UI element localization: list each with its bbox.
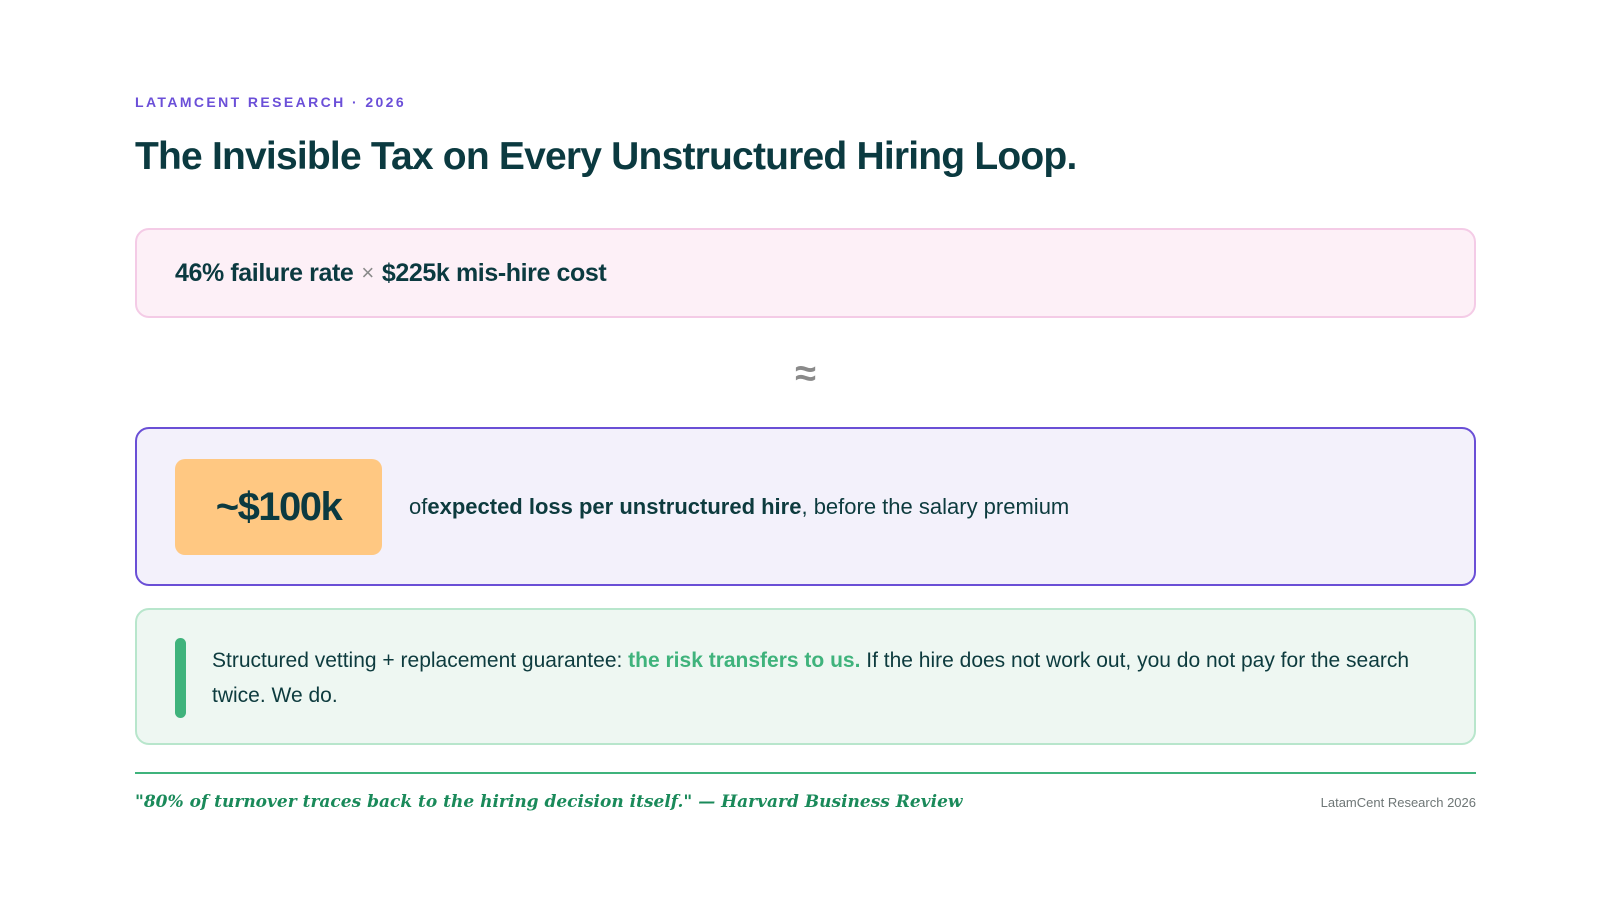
- approx-equals-icon: ≈: [795, 353, 816, 395]
- result-bold-phrase: expected loss per unstructured hire: [427, 493, 802, 519]
- result-description: of ​expected loss per unstructured hire,…: [409, 429, 1069, 584]
- result-panel: ~$100k of ​expected loss per unstructure…: [135, 427, 1476, 586]
- guarantee-highlight: the risk transfers to us.: [628, 649, 861, 672]
- callout-accent-bar: [175, 638, 186, 718]
- multiply-symbol: ×: [361, 260, 374, 285]
- eyebrow-label: LATAMCENT RESEARCH · 2026: [135, 94, 407, 110]
- guarantee-lead: Structured vetting + replacement guarant…: [212, 649, 629, 672]
- page-title: The Invisible Tax on Every Unstructured …: [135, 135, 1077, 178]
- guarantee-text: Structured vetting + replacement guarant…: [212, 643, 1442, 713]
- footer-divider: [135, 772, 1476, 774]
- guarantee-callout: Structured vetting + replacement guarant…: [135, 608, 1476, 745]
- slide: LATAMCENT RESEARCH · 2026 The Invisible …: [135, 0, 1480, 900]
- footer-source-note: LatamCent Research 2026: [1320, 795, 1476, 810]
- formula-mis-hire-cost: $225k mis-hire cost: [381, 258, 607, 287]
- formula-failure-rate: 46% failure rate: [175, 258, 354, 287]
- footer-quote: "80% of turnover traces back to the hiri…: [135, 792, 963, 812]
- formula-panel: 46% failure rate × $225k mis-hire cost: [135, 228, 1476, 318]
- result-suffix: , before the salary premium: [801, 493, 1070, 519]
- result-prefix: of: [409, 493, 428, 519]
- formula-line: 46% failure rate × $225k mis-hire cost: [175, 230, 607, 316]
- expected-loss-value: ~$100k: [175, 459, 382, 555]
